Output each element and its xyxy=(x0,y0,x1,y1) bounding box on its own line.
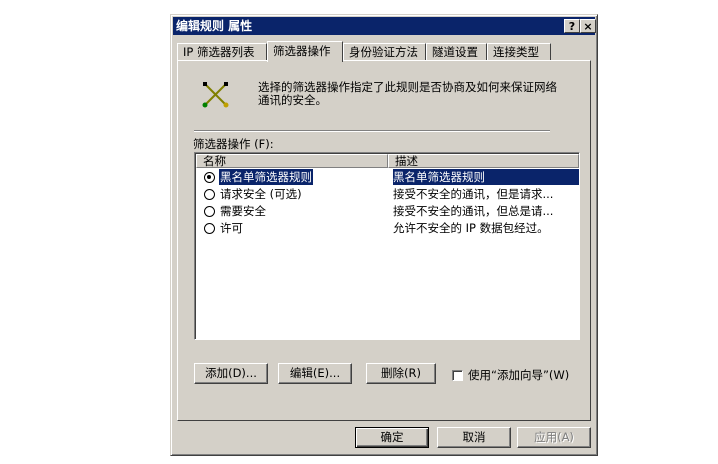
add-wizard-label[interactable]: 使用“添加向导”(W) xyxy=(468,367,569,383)
list-item-description: 黑名单筛选器规则 xyxy=(393,169,579,185)
list-item-name: 需要安全 xyxy=(220,204,266,218)
column-header-description[interactable]: 描述 xyxy=(388,154,579,168)
tab-panel: 选择的筛选器操作指定了此规则是否协商及如何来保证网络通讯的安全。 筛选器操作 (… xyxy=(177,60,591,421)
filter-action-list-label: 筛选器操作 (F): xyxy=(193,137,274,151)
ok-button[interactable]: 确定 xyxy=(355,427,429,448)
cancel-button[interactable]: 取消 xyxy=(437,427,511,448)
add-wizard-checkbox[interactable] xyxy=(452,370,463,381)
radio-icon[interactable] xyxy=(204,206,215,217)
list-item[interactable]: 请求安全 (可选) 接受不安全的通讯，但是请求... xyxy=(197,186,579,202)
list-item[interactable]: 需要安全 接受不安全的通讯，但总是请... xyxy=(197,203,579,219)
radio-selected-icon[interactable] xyxy=(204,172,215,183)
list-item-name: 许可 xyxy=(220,221,243,235)
column-header-name[interactable]: 名称 xyxy=(196,154,388,168)
list-item-description: 接受不安全的通讯，但总是请... xyxy=(393,204,554,218)
filter-action-list[interactable]: 名称 描述 黑名单筛选器规则 黑名单筛选器规则 请求安全 (可选) 接受不安全的… xyxy=(194,152,580,340)
window-title: 编辑规则 属性 xyxy=(176,19,253,33)
tab-connection-type[interactable]: 连接类型 xyxy=(487,43,551,61)
list-item[interactable]: 黑名单筛选器规则 黑名单筛选器规则 xyxy=(197,169,579,185)
tab-ip-filter-list[interactable]: IP 筛选器列表 xyxy=(177,43,267,61)
tab-tunnel-settings[interactable]: 隧道设置 xyxy=(426,43,487,61)
apply-button[interactable]: 应用(A) xyxy=(517,427,591,448)
tab-filter-action[interactable]: 筛选器操作 xyxy=(267,41,343,62)
close-button[interactable]: × xyxy=(580,19,596,33)
filter-action-icon xyxy=(202,82,229,108)
separator xyxy=(194,130,550,132)
help-button[interactable]: ? xyxy=(564,19,580,33)
tab-authentication-methods[interactable]: 身份验证方法 xyxy=(343,43,426,61)
radio-icon[interactable] xyxy=(204,189,215,200)
list-item-name: 黑名单筛选器规则 xyxy=(219,169,313,185)
properties-dialog: 编辑规则 属性 ? × IP 筛选器列表 筛选器操作 身份验证方法 隧道设置 连… xyxy=(170,14,598,456)
list-item-name: 请求安全 (可选) xyxy=(220,187,302,201)
title-bar[interactable]: 编辑规则 属性 ? × xyxy=(173,17,596,35)
radio-icon[interactable] xyxy=(204,223,215,234)
edit-button[interactable]: 编辑(E)... xyxy=(278,363,352,384)
list-item-description: 允许不安全的 IP 数据包经过。 xyxy=(393,221,549,235)
filter-action-description: 选择的筛选器操作指定了此规则是否协商及如何来保证网络通讯的安全。 xyxy=(258,80,557,107)
list-item[interactable]: 许可 允许不安全的 IP 数据包经过。 xyxy=(197,220,579,236)
list-item-description: 接受不安全的通讯，但是请求... xyxy=(393,187,554,201)
delete-button[interactable]: 删除(R) xyxy=(366,363,436,384)
add-button[interactable]: 添加(D)... xyxy=(194,363,268,384)
